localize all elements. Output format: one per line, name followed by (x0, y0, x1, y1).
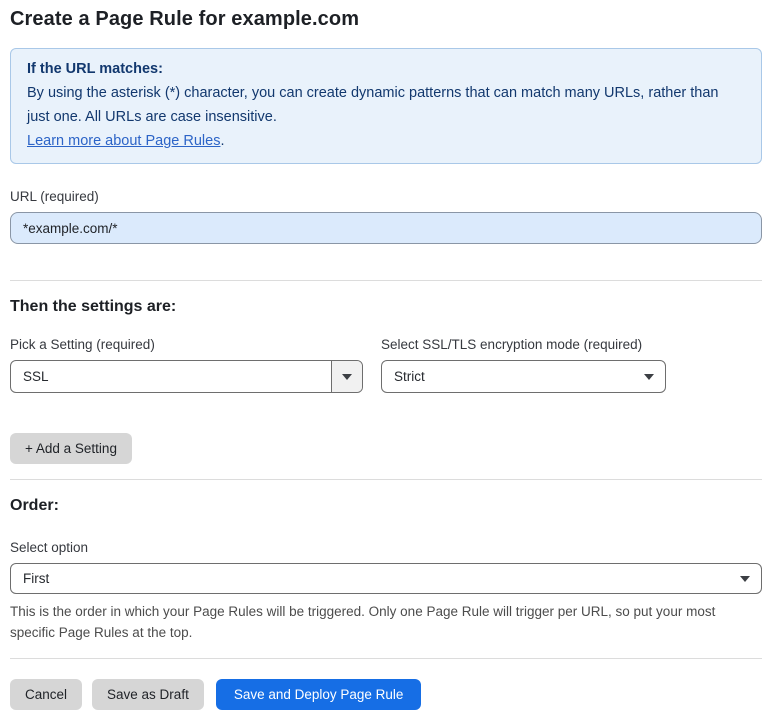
setting-picker-arrow-button[interactable] (332, 361, 362, 392)
caret-down-icon (644, 373, 654, 380)
section-divider (10, 479, 762, 480)
setting-picker-dropdown[interactable]: SSL (10, 360, 363, 393)
url-input[interactable] (10, 212, 762, 244)
url-match-info-box: If the URL matches: By using the asteris… (10, 48, 762, 164)
cancel-button[interactable]: Cancel (10, 679, 83, 710)
order-select-arrow (729, 564, 761, 593)
save-deploy-button[interactable]: Save and Deploy Page Rule (215, 679, 422, 710)
ssl-mode-value: Strict (394, 369, 425, 384)
setting-picker-value: SSL (11, 361, 332, 392)
order-select-value: First (23, 571, 50, 586)
info-box-heading: If the URL matches: (27, 61, 163, 77)
info-box-link-line: Learn more about Page Rules. (27, 129, 745, 153)
footer-actions: Cancel Save as Draft Save and Deploy Pag… (10, 679, 762, 710)
link-period: . (220, 133, 225, 149)
learn-more-link[interactable]: Learn more about Page Rules (27, 133, 220, 149)
page-rule-form: Create a Page Rule for example.com If th… (0, 8, 772, 710)
url-field-label: URL (required) (10, 189, 99, 204)
save-draft-button[interactable]: Save as Draft (92, 679, 204, 710)
order-section-heading: Order: (10, 497, 59, 514)
section-divider (10, 280, 762, 281)
info-box-body: By using the asterisk (*) character, you… (27, 85, 719, 125)
ssl-mode-arrow (633, 361, 665, 392)
page-title: Create a Page Rule for example.com (10, 8, 360, 30)
order-help-text: This is the order in which your Page Rul… (10, 604, 716, 640)
order-select-dropdown[interactable]: First (10, 563, 762, 594)
caret-down-icon (740, 575, 750, 582)
ssl-mode-dropdown[interactable]: Strict (381, 360, 666, 393)
footer-divider (10, 658, 762, 659)
settings-section-heading: Then the settings are: (10, 298, 177, 315)
setting-picker-column: Pick a Setting (required) SSL (10, 316, 363, 393)
order-select-label: Select option (10, 540, 89, 555)
ssl-mode-column: Select SSL/TLS encryption mode (required… (381, 316, 666, 393)
add-setting-button[interactable]: + Add a Setting (10, 433, 132, 464)
caret-down-icon (342, 373, 352, 380)
ssl-mode-label: Select SSL/TLS encryption mode (required… (381, 337, 643, 352)
setting-picker-label: Pick a Setting (required) (10, 337, 155, 352)
settings-columns: Pick a Setting (required) SSL Select SSL… (10, 316, 762, 393)
